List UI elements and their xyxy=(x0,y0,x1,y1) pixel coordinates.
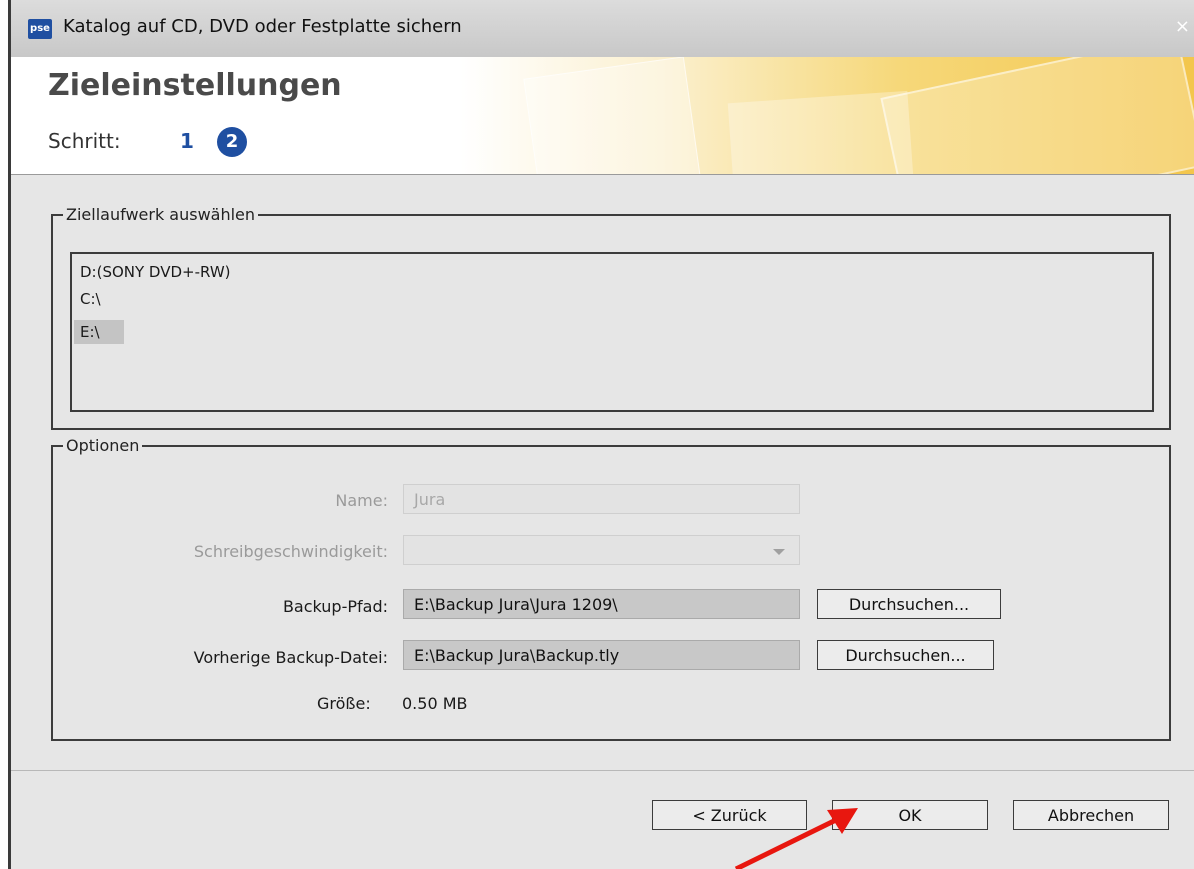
size-label: Größe: xyxy=(317,694,371,713)
chevron-down-icon xyxy=(773,549,785,555)
header-decoration xyxy=(523,57,701,174)
close-icon[interactable]: × xyxy=(1175,16,1190,37)
drive-item-d[interactable]: D:(SONY DVD+-RW) xyxy=(74,260,231,284)
speed-label: Schreibgeschwindigkeit: xyxy=(193,542,388,561)
footer-divider xyxy=(11,770,1194,771)
header-decoration xyxy=(880,57,1194,174)
backup-path-field[interactable]: E:\Backup Jura\Jura 1209\ xyxy=(403,589,800,619)
ok-button[interactable]: OK xyxy=(832,800,988,830)
back-button[interactable]: < Zurück xyxy=(652,800,807,830)
wizard-header: Zieleinstellungen Schritt: 1 2 xyxy=(11,57,1194,175)
options-group-legend: Optionen xyxy=(63,436,143,455)
window-title: Katalog auf CD, DVD oder Festplatte sich… xyxy=(63,16,462,37)
app-icon: pse xyxy=(28,19,52,39)
step-2-indicator: 2 xyxy=(217,127,247,157)
cancel-button[interactable]: Abbrechen xyxy=(1013,800,1169,830)
drive-list[interactable]: D:(SONY DVD+-RW) C:\ E:\ xyxy=(70,252,1154,412)
prev-backup-field[interactable]: E:\Backup Jura\Backup.tly xyxy=(403,640,800,670)
size-value: 0.50 MB xyxy=(402,694,468,713)
drive-group-legend: Ziellaufwerk auswählen xyxy=(63,205,259,224)
browse-prev-backup-button[interactable]: Durchsuchen... xyxy=(817,640,994,670)
prev-backup-label: Vorherige Backup-Datei: xyxy=(193,648,388,667)
drive-item-e[interactable]: E:\ xyxy=(74,320,124,344)
browse-backup-path-button[interactable]: Durchsuchen... xyxy=(817,589,1001,619)
drive-group-legend-text: Ziellaufwerk auswählen xyxy=(66,205,256,224)
speed-select[interactable] xyxy=(403,535,800,565)
page-title: Zieleinstellungen xyxy=(48,68,342,103)
backup-path-label: Backup-Pfad: xyxy=(282,597,388,616)
title-bar[interactable]: pse Katalog auf CD, DVD oder Festplatte … xyxy=(11,0,1194,58)
step-1-indicator: 1 xyxy=(180,129,194,153)
name-field[interactable]: Jura xyxy=(403,484,800,514)
step-label: Schritt: xyxy=(48,129,121,153)
options-group-legend-text: Optionen xyxy=(66,436,140,455)
name-label: Name: xyxy=(335,491,388,510)
drive-item-c[interactable]: C:\ xyxy=(74,287,101,311)
